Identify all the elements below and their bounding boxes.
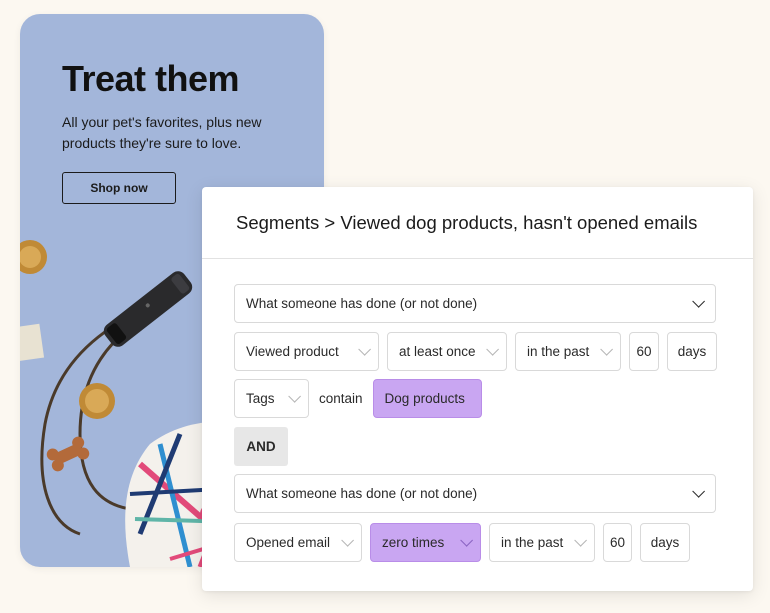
condition2-details-row: Opened email zero times in the past 60 d… [234, 523, 698, 562]
joiner-row: AND [234, 427, 288, 466]
chevron-down-icon [288, 390, 301, 403]
condition1-type-label: What someone has done (or not done) [246, 296, 478, 311]
condition1-action-label: Viewed product [246, 344, 339, 359]
condition1-action-select[interactable]: Viewed product [234, 332, 379, 371]
condition2-frequency-label: zero times [382, 535, 445, 550]
condition2-timeframe-label: in the past [501, 535, 564, 550]
chevron-down-icon [600, 343, 613, 356]
chevron-down-icon [486, 343, 499, 356]
condition2-frequency-select[interactable]: zero times [370, 523, 481, 562]
condition2-action-label: Opened email [246, 535, 331, 550]
panel-header: Segments > Viewed dog products, hasn't o… [202, 187, 753, 259]
chevron-down-icon [692, 485, 705, 498]
chevron-down-icon [460, 534, 473, 547]
segment-breadcrumb: Segments > Viewed dog products, hasn't o… [236, 211, 698, 233]
condition1-frequency-label: at least once [399, 344, 476, 359]
chevron-down-icon [574, 534, 587, 547]
condition2-action-select[interactable]: Opened email [234, 523, 362, 562]
condition2-type-label: What someone has done (or not done) [246, 486, 478, 501]
condition2-unit-select[interactable]: days [640, 523, 690, 562]
condition2-amount-input[interactable]: 60 [603, 523, 632, 562]
filter-row: Tags contain Dog products [234, 379, 490, 418]
condition1-type-row: What someone has done (or not done) [234, 284, 724, 323]
filter-operator: contain [319, 391, 363, 406]
filter-field-label: Tags [246, 391, 275, 406]
and-operator-chip[interactable]: AND [234, 427, 288, 466]
promo-title: Treat them [62, 58, 240, 99]
condition1-frequency-select[interactable]: at least once [387, 332, 507, 371]
chevron-down-icon [692, 295, 705, 308]
chevron-down-icon [358, 343, 371, 356]
shop-now-button[interactable]: Shop now [62, 172, 176, 204]
condition1-type-select[interactable]: What someone has done (or not done) [234, 284, 716, 323]
condition2-type-select[interactable]: What someone has done (or not done) [234, 474, 716, 513]
chevron-down-icon [341, 534, 354, 547]
condition1-timeframe-select[interactable]: in the past [515, 332, 621, 371]
condition2-timeframe-select[interactable]: in the past [489, 523, 595, 562]
filter-field-select[interactable]: Tags [234, 379, 309, 418]
promo-subtitle: All your pet's favorites, plus new produ… [62, 114, 262, 151]
filter-value-chip[interactable]: Dog products [372, 379, 482, 418]
segment-panel: Segments > Viewed dog products, hasn't o… [202, 187, 753, 591]
condition1-timeframe-label: in the past [527, 344, 590, 359]
condition1-amount-input[interactable]: 60 [629, 332, 659, 371]
condition1-unit-select[interactable]: days [667, 332, 717, 371]
condition1-details-row: Viewed product at least once in the past… [234, 332, 725, 371]
condition2-type-row: What someone has done (or not done) [234, 474, 724, 513]
